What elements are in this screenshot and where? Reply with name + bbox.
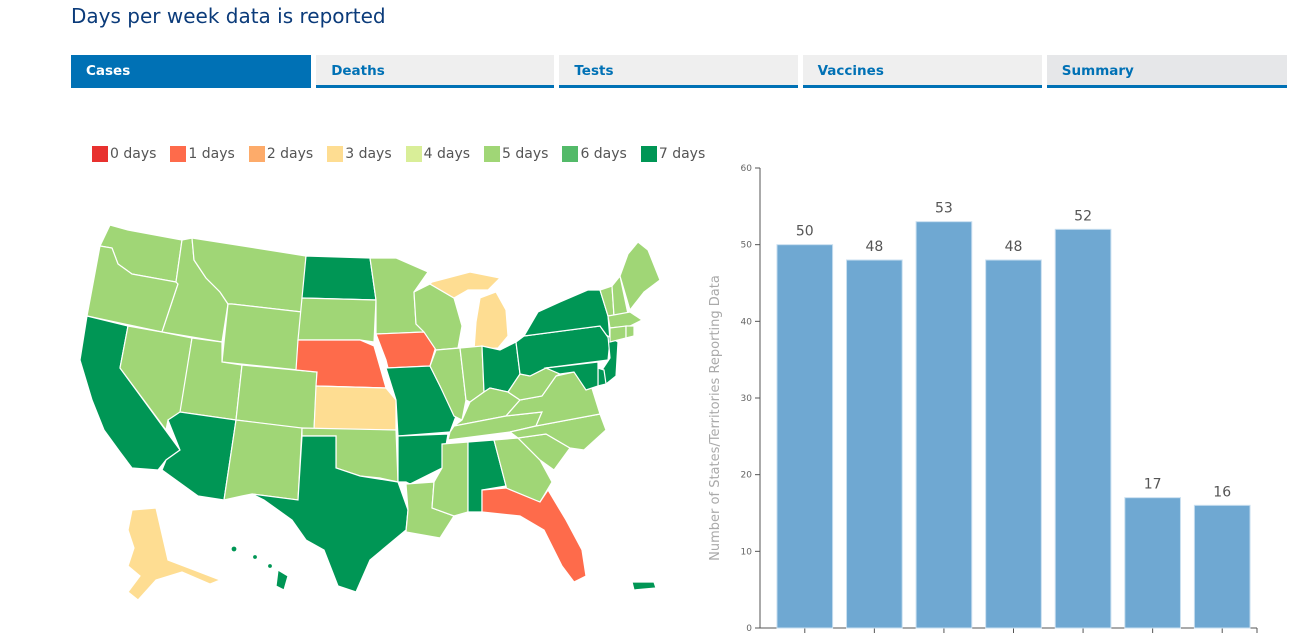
- y-tick-label: 50: [741, 241, 753, 251]
- legend-label: 2 days: [266, 146, 314, 162]
- legend-swatch: [92, 146, 108, 162]
- legend-item-1-days[interactable]: 1 days: [170, 146, 235, 162]
- legend-label: 7 days: [658, 146, 706, 162]
- tab-tests[interactable]: Tests: [559, 55, 798, 88]
- legend-swatch: [562, 146, 579, 162]
- state-hi-island[interactable]: [251, 553, 259, 561]
- bar-chart: Number of States/Territories Reporting D…: [708, 164, 1258, 634]
- bar-value-label: 48: [1005, 239, 1023, 255]
- bar[interactable]: [985, 259, 1042, 629]
- legend-item-3-days[interactable]: 3 days: [327, 146, 392, 162]
- state-mi-lower[interactable]: [473, 291, 509, 351]
- tab-vaccines[interactable]: Vaccines: [802, 55, 1042, 88]
- bar-value-label: 52: [1074, 208, 1092, 224]
- tab-cases[interactable]: Cases: [71, 55, 312, 88]
- tab-bar: Cases Deaths Tests Vaccines Summary: [71, 55, 1287, 88]
- legend-item-5-days[interactable]: 5 days: [484, 146, 548, 162]
- legend-item-0-days[interactable]: 0 days: [92, 146, 156, 162]
- state-ks[interactable]: [313, 385, 397, 431]
- bar[interactable]: [1124, 497, 1181, 629]
- state-hi-island[interactable]: [266, 562, 274, 570]
- y-tick-label: 10: [741, 547, 753, 557]
- legend-swatch: [484, 146, 501, 162]
- tab-summary[interactable]: Summary: [1046, 55, 1287, 88]
- legend-swatch: [405, 146, 422, 162]
- legend-swatch: [170, 146, 187, 162]
- legend-item-2-days[interactable]: 2 days: [248, 146, 314, 162]
- legend-item-4-days[interactable]: 4 days: [405, 146, 471, 162]
- state-sd[interactable]: [297, 297, 377, 343]
- legend-label: 1 days: [188, 146, 235, 162]
- state-pr[interactable]: [631, 581, 657, 591]
- y-tick-label: 0: [746, 624, 752, 634]
- state-ct[interactable]: [609, 325, 627, 343]
- y-tick-label: 40: [741, 317, 753, 327]
- state-fl[interactable]: [481, 487, 587, 583]
- state-co[interactable]: [235, 364, 318, 431]
- state-ak[interactable]: [127, 507, 222, 600]
- tab-deaths[interactable]: Deaths: [316, 55, 555, 88]
- chart-bars: 50 48 53 48 52 17 16: [776, 201, 1251, 629]
- bar[interactable]: [846, 259, 903, 629]
- state-me[interactable]: [619, 241, 661, 312]
- bar[interactable]: [776, 244, 834, 629]
- us-choropleth-map: [79, 224, 661, 600]
- map-legend: 0 days 1 days 2 days 3 days 4 days 5 day…: [92, 146, 719, 162]
- legend-label: 3 days: [345, 146, 392, 162]
- y-tick-label: 30: [741, 394, 753, 404]
- legend-label: 0 days: [110, 146, 157, 162]
- legend-label: 6 days: [580, 146, 627, 162]
- state-hi[interactable]: [230, 545, 289, 591]
- legend-swatch: [640, 146, 657, 162]
- state-ri[interactable]: [625, 325, 635, 339]
- state-az[interactable]: [161, 411, 237, 501]
- y-tick-label: 20: [741, 471, 753, 481]
- legend-item-7-days[interactable]: 7 days: [640, 146, 706, 162]
- legend-swatch: [248, 146, 265, 162]
- state-wy[interactable]: [221, 303, 303, 371]
- bar-value-label: 50: [796, 224, 814, 240]
- state-hi-island[interactable]: [230, 545, 238, 553]
- state-nd[interactable]: [301, 255, 377, 301]
- bar-value-label: 17: [1144, 477, 1162, 493]
- legend-swatch: [327, 146, 344, 162]
- bar[interactable]: [1193, 504, 1251, 629]
- legend-label: 5 days: [502, 146, 549, 162]
- bar-value-label: 53: [935, 201, 953, 217]
- bar[interactable]: [915, 221, 973, 629]
- page-title: Days per week data is reported: [71, 4, 386, 28]
- bar-value-label: 48: [865, 239, 883, 255]
- bar[interactable]: [1054, 228, 1112, 629]
- y-tick-label: 60: [741, 164, 753, 174]
- state-hi-island[interactable]: [275, 569, 289, 591]
- bar-value-label: 16: [1213, 484, 1231, 500]
- state-nm[interactable]: [223, 419, 303, 501]
- legend-item-6-days[interactable]: 6 days: [562, 146, 627, 162]
- legend-label: 4 days: [423, 146, 471, 162]
- y-axis-label: Number of States/Territories Reporting D…: [708, 275, 723, 561]
